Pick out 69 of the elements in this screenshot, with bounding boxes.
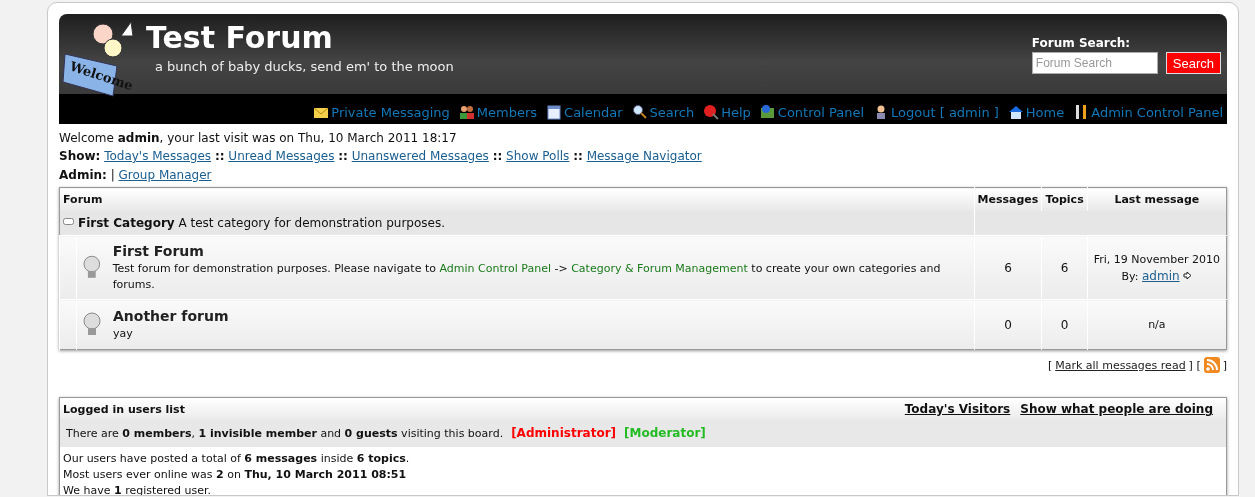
calendar-icon	[546, 104, 563, 120]
nav-link[interactable]: Control Panel	[759, 98, 865, 120]
forum-tagline: a bunch of baby ducks, send em' to the moon	[155, 59, 454, 74]
show-link[interactable]: Unanswered Messages	[351, 149, 489, 163]
link-separator: ::	[573, 149, 583, 163]
search-button[interactable]: Search	[1165, 52, 1221, 74]
message-count: 6	[974, 235, 1042, 300]
collapse-icon[interactable]	[63, 218, 74, 226]
column-header: Forum	[59, 187, 975, 211]
board-statistic: Most users ever online was 2 on Thu, 10 March 2011 08:51	[63, 467, 408, 483]
panel-link[interactable]: Today's Visitors	[904, 402, 1011, 416]
search-icon	[631, 104, 648, 120]
admin-tool-link[interactable]: Group Manager	[118, 168, 212, 182]
nav-link[interactable]: Private Messaging	[313, 98, 450, 120]
arrow-right-icon[interactable]	[1183, 270, 1193, 280]
last-post-date: Fri, 19 November 2010	[1093, 252, 1220, 266]
admin-label: Admin:	[59, 168, 107, 182]
lightbulb-icon	[83, 254, 101, 281]
category-description: A test category for demonstration purposes.	[178, 216, 445, 230]
nav-link[interactable]: Search	[631, 98, 695, 120]
forum-description: yay	[113, 325, 134, 342]
forum-title-link[interactable]: Another forum	[113, 307, 229, 324]
forum-title-link[interactable]: First Forum	[112, 242, 968, 259]
people-icon	[458, 104, 475, 120]
help-icon	[703, 104, 720, 120]
no-last-post: n/a	[1148, 318, 1166, 331]
search-field[interactable]: Forum Search	[1031, 52, 1158, 74]
show-link[interactable]: Unread Messages	[228, 149, 335, 163]
nav-link[interactable]: Help	[703, 98, 751, 120]
nav-link[interactable]: Logout [ admin ]	[873, 98, 999, 120]
column-header: Topics	[1041, 187, 1088, 211]
by-label: By:	[1121, 269, 1139, 283]
link-separator: |	[110, 168, 115, 182]
panel-title: Logged in users list	[63, 402, 185, 416]
link-separator: ::	[492, 149, 503, 163]
online-summary: There are 0 members, 1 invisible member and 0 guests visiting this board.	[66, 426, 504, 440]
show-link[interactable]: Today's Messages	[104, 149, 212, 163]
topic-count: 6	[1041, 235, 1088, 300]
nav-link[interactable]: Home	[1007, 98, 1065, 120]
nav-link[interactable]: Calendar	[546, 98, 623, 120]
mark-read-link[interactable]: Mark all messages read	[1055, 358, 1186, 372]
show-link[interactable]: Show Polls	[506, 149, 570, 163]
description-link[interactable]: Category & Forum Management	[571, 261, 748, 275]
forum-description: Test forum for demonstration purposes. Please navigate to Admin Control Panel -> Category & Forum Management to create your own categories and forums.	[112, 260, 942, 293]
house-icon	[1007, 104, 1024, 120]
author-link[interactable]: admin	[1142, 268, 1180, 283]
bracket: [	[1047, 358, 1053, 372]
bracket: ] [	[1188, 358, 1201, 372]
link-separator: ::	[338, 149, 348, 163]
topic-count: 0	[1041, 299, 1088, 350]
nav-link[interactable]: Members	[458, 98, 538, 120]
category-name[interactable]: First Category	[78, 216, 175, 230]
column-header: Messages	[974, 187, 1042, 211]
rss-feed-icon[interactable]	[1203, 357, 1220, 373]
search-label: Forum Search:	[1031, 36, 1132, 50]
group-legend[interactable]: [Administrator]	[511, 426, 617, 440]
link-separator: ::	[214, 149, 225, 163]
column-header: Last message	[1087, 187, 1227, 211]
message-count: 0	[974, 299, 1042, 350]
show-label: Show:	[59, 149, 101, 163]
lightbulb-icon	[83, 311, 101, 338]
board-statistic: Our users have posted a total of 6 messages inside 6 topics.	[63, 451, 411, 467]
nav-link[interactable]: Admin Control Panel	[1073, 98, 1223, 120]
panel-link[interactable]: Show what people are doing	[1020, 402, 1213, 416]
forum-title: Test Forum	[146, 20, 334, 55]
show-link[interactable]: Message Navigator	[586, 149, 702, 163]
description-link[interactable]: Admin Control Panel	[439, 261, 551, 275]
bracket: ]	[1222, 358, 1227, 372]
welcome-message: Welcome admin, your last visit was on Thu, 10 March 2011 18:17	[59, 131, 457, 145]
